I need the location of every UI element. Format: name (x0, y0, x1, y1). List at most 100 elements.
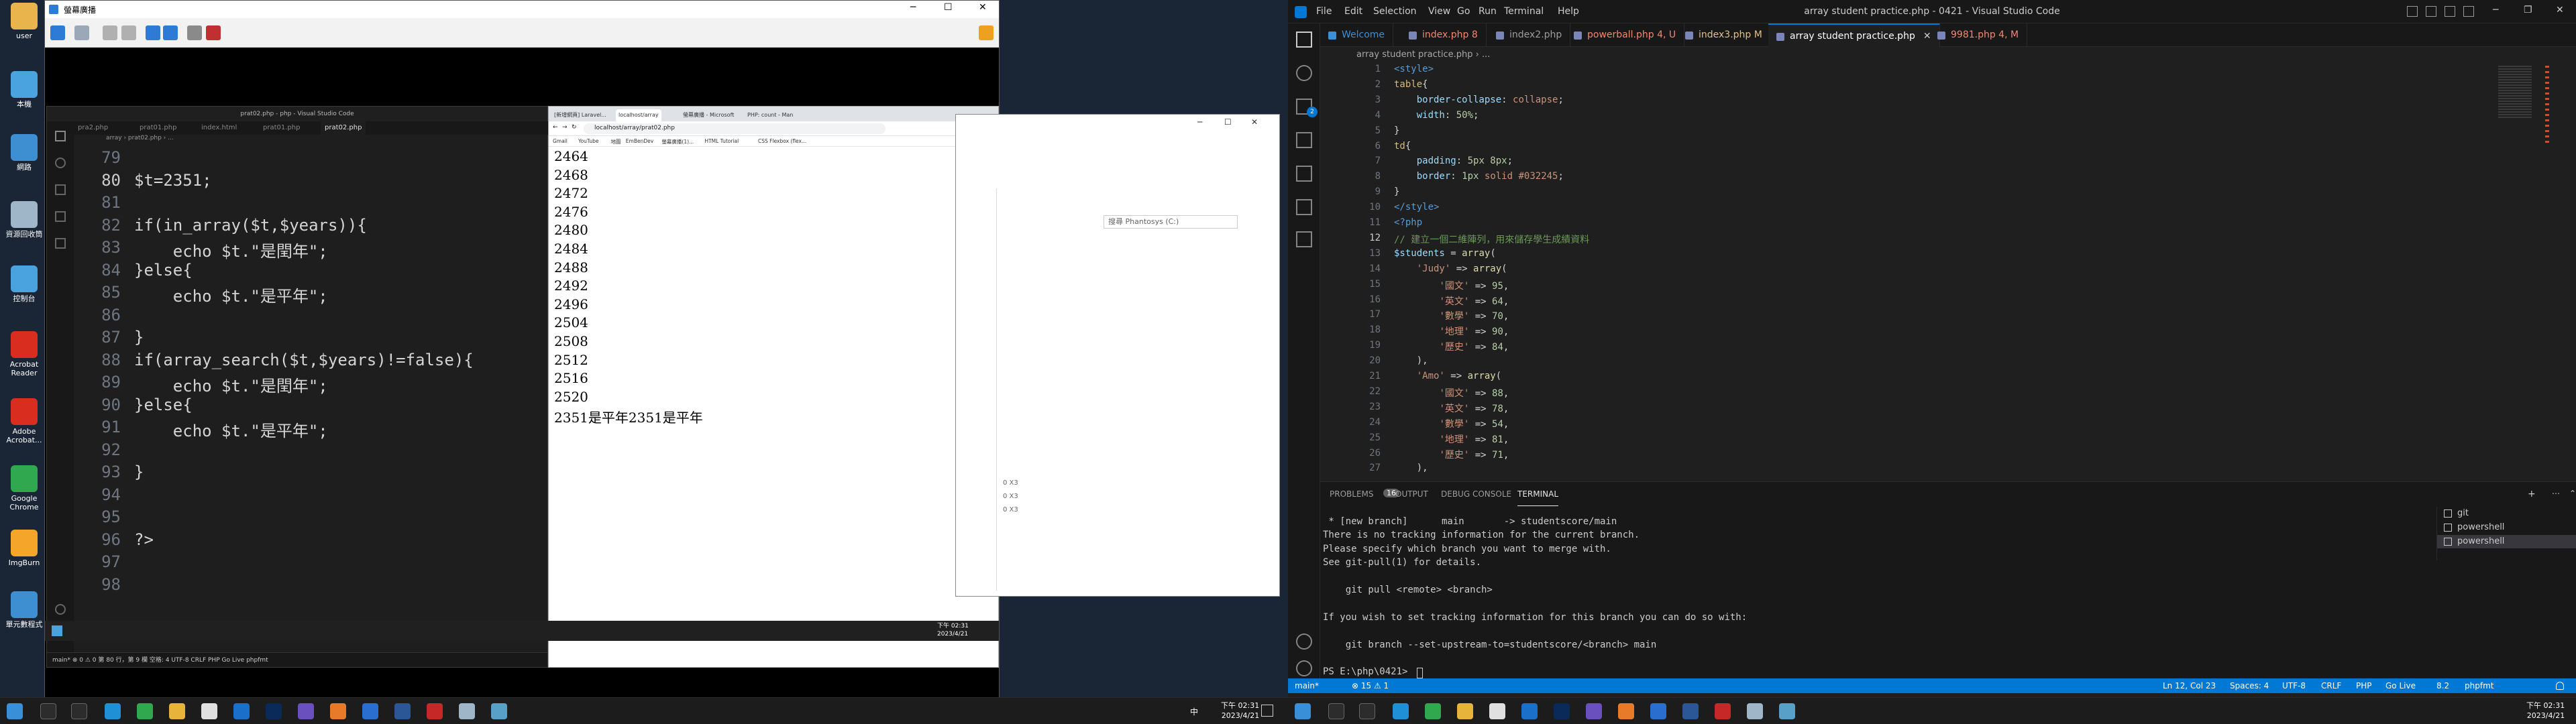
vscode-icon[interactable] (1650, 703, 1666, 719)
restore-button[interactable]: ❐ (2524, 5, 2532, 15)
close-button[interactable]: ✕ (979, 2, 987, 13)
desktop-icon[interactable]: 資源回收筒 (4, 201, 44, 239)
browser-tab[interactable]: 螢幕廣播 - Microsoft (680, 109, 737, 121)
browser-tab[interactable]: [新增網頁] Laravel... (551, 109, 609, 121)
explorer-close[interactable]: ✕ (1251, 117, 1258, 127)
status-right-item[interactable]: phpfmt (2465, 678, 2493, 693)
status-right-item[interactable]: CRLF (2321, 678, 2341, 693)
task-view-icon[interactable] (71, 703, 87, 719)
vscode-icon[interactable] (362, 703, 378, 719)
status-right-item[interactable]: UTF-8 (2282, 678, 2306, 693)
explorer-search-input[interactable]: 搜尋 Phantosys (C:) (1104, 215, 1238, 229)
inner-tab[interactable]: prat01.php (259, 121, 304, 135)
toggle-secondary-icon[interactable] (2445, 6, 2455, 17)
photoshop-icon[interactable] (266, 703, 282, 719)
forward-icon[interactable]: → (562, 124, 568, 131)
status-right-item[interactable]: Spaces: 4 (2230, 678, 2269, 693)
bookmark-item[interactable]: YouTube (578, 138, 599, 144)
maximize-button[interactable]: ☐ (944, 2, 953, 13)
editor-tab[interactable]: index2.php (1488, 23, 1571, 47)
menu-item-run[interactable]: Run (1479, 0, 1497, 23)
editor-tab[interactable]: 9981.php 4, M (1929, 23, 2028, 47)
file-explorer-icon[interactable] (169, 703, 185, 719)
grid-menu-button[interactable] (979, 25, 994, 40)
testing-icon[interactable] (1296, 199, 1312, 215)
desktop-icon[interactable]: ImgBurn (4, 530, 44, 567)
browser-tab[interactable]: localhost/array (616, 109, 661, 121)
acrobat-icon[interactable] (1715, 703, 1731, 719)
menu-item-go[interactable]: Go (1457, 0, 1470, 23)
redo-button[interactable] (163, 25, 178, 40)
panel-more-button[interactable]: ⋯ (2552, 489, 2560, 498)
terminal-list-item[interactable]: git (2437, 507, 2576, 520)
extensions-icon[interactable] (55, 238, 66, 249)
minimap[interactable] (2489, 63, 2576, 479)
panel-tab-debug-console[interactable]: DEBUG CONSOLE (1441, 482, 1511, 506)
minimize-button[interactable]: ─ (2493, 5, 2498, 15)
close-button[interactable]: ✕ (2556, 5, 2564, 15)
bookmark-item[interactable]: HTML Tutorial (704, 138, 739, 144)
editor-tab[interactable]: array student practice.php ✕ (1768, 23, 1940, 47)
maximize-panel-button[interactable]: ⌃ (2569, 489, 2576, 498)
explorer-minimize[interactable]: ─ (1197, 117, 1202, 127)
explorer-maximize[interactable]: ☐ (1224, 117, 1232, 127)
search-icon[interactable] (1328, 703, 1344, 719)
browser-tab[interactable]: PHP: count - Man (745, 109, 796, 121)
status-right-item[interactable]: 8.2 (2436, 678, 2449, 693)
account-icon[interactable] (1296, 634, 1312, 650)
file-explorer-icon[interactable] (1457, 703, 1473, 719)
start-icon[interactable] (7, 703, 23, 719)
search-icon[interactable] (55, 158, 66, 168)
address-bar[interactable]: localhost/array/prat02.php (584, 123, 885, 134)
status-left-item[interactable]: ⊗ 15 ⚠ 1 (1352, 678, 1389, 693)
status-left-item[interactable]: main* (1295, 678, 1319, 693)
back-icon[interactable]: ← (553, 124, 558, 131)
pen-tool-button[interactable] (50, 25, 65, 40)
panel-tab-terminal[interactable]: TERMINAL (1517, 482, 1559, 506)
screenshot-button[interactable] (187, 25, 202, 40)
bookmark-item[interactable]: 螢幕廣播(1)... (661, 138, 694, 145)
inner-start-icon[interactable] (52, 625, 62, 636)
status-right-item[interactable]: Ln 12, Col 23 (2163, 678, 2216, 693)
bookmark-item[interactable]: CSS Flexbox (flex... (758, 138, 806, 144)
xampp-icon[interactable] (1618, 703, 1634, 719)
pointer-tool-button[interactable] (74, 25, 89, 40)
customize-layout-icon[interactable] (2463, 6, 2474, 17)
edge-icon[interactable] (105, 703, 121, 719)
word-icon[interactable] (1682, 703, 1699, 719)
remote-icon[interactable] (1779, 703, 1795, 719)
bookmark-item[interactable]: 地圖 (610, 138, 621, 145)
reload-icon[interactable]: ↻ (572, 124, 577, 131)
extensions-icon[interactable] (1296, 166, 1312, 182)
notification-icon[interactable] (1261, 705, 1273, 717)
eraser-tool-button[interactable] (103, 25, 117, 40)
terminal-list-item[interactable]: powershell (2437, 535, 2576, 548)
inner-tab[interactable]: prat01.php (136, 121, 180, 135)
desktop-icon[interactable]: Google Chrome (4, 465, 44, 511)
remote-icon[interactable] (491, 703, 507, 719)
menu-item-help[interactable]: Help (1558, 0, 1579, 23)
minimize-button[interactable]: ─ (910, 2, 916, 13)
undo-button[interactable] (146, 25, 160, 40)
toggle-panel-icon[interactable] (2426, 6, 2436, 17)
desktop-icon[interactable]: 網路 (4, 134, 44, 172)
broadcast-icon[interactable] (459, 703, 475, 719)
desktop-icon[interactable]: Acrobat Reader (4, 331, 44, 377)
status-right-item[interactable]: PHP (2356, 678, 2372, 693)
toggle-sidebar-icon[interactable] (2407, 6, 2418, 17)
edge-icon[interactable] (1393, 703, 1409, 719)
desktop-icon[interactable]: 本機 (4, 71, 44, 109)
editor-tab[interactable]: powerball.php 4, U (1566, 23, 1685, 47)
editor-tab[interactable]: index3.php M (1677, 23, 1771, 47)
desktop-icon[interactable]: 控制台 (4, 265, 44, 303)
settings-gear-icon[interactable] (1296, 660, 1312, 676)
stop-broadcast-button[interactable] (206, 25, 221, 40)
code-editor[interactable]: <style> table{ border-collapse: collapse;… (1394, 63, 2427, 479)
search-icon[interactable] (40, 703, 56, 719)
start-icon[interactable] (1295, 703, 1311, 719)
desktop-icon[interactable]: user (4, 3, 44, 40)
mail-icon[interactable] (1521, 703, 1538, 719)
menu-item-view[interactable]: View (1428, 0, 1450, 23)
menu-item-terminal[interactable]: Terminal (1504, 0, 1544, 23)
inner-code-editor[interactable]: 79 80 $t=2351; 81 82 if(in_array($t,$years)){… (74, 144, 549, 652)
